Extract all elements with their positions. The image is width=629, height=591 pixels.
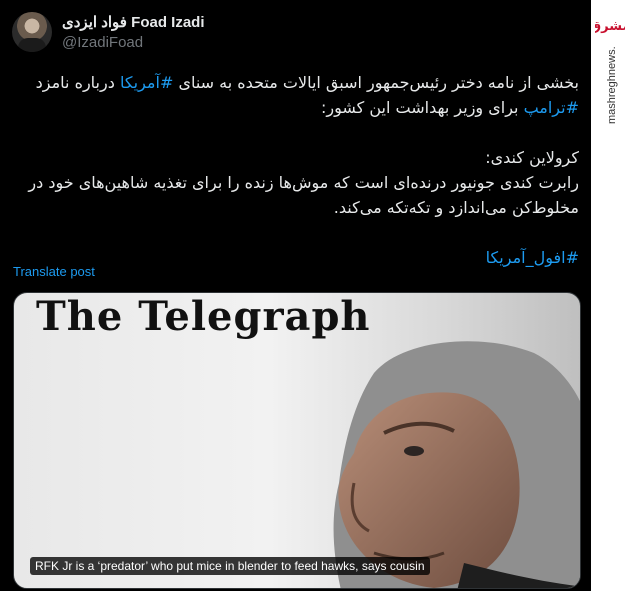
watermark-sidebar: مشرق mashreghnews.ir bbox=[591, 0, 629, 591]
author-handle[interactable]: @IzadiFoad bbox=[62, 34, 143, 51]
author-name-en: Foad Izadi bbox=[131, 14, 205, 31]
tweet-paragraph-2-title: کرولاین کندی: bbox=[485, 148, 579, 167]
author-name-fa: فواد ایزدی bbox=[62, 14, 127, 31]
tweet-paragraph-1: بخشی از نامه دختر رئیس‌جمهور اسبق ایالات… bbox=[14, 70, 579, 120]
portrait-image bbox=[333, 341, 580, 588]
tweet: فواد ایزدی Foad Izadi @IzadiFoad بخشی از… bbox=[0, 0, 591, 591]
watermark-site-label: mashreghnews.ir bbox=[606, 46, 618, 124]
tweet-text-span: برای وزیر بهداشت این کشور: bbox=[321, 98, 524, 117]
svg-text:مشرق: مشرق bbox=[595, 19, 625, 34]
hashtag-trump[interactable]: #ترامپ bbox=[524, 98, 579, 117]
hashtag-decline[interactable]: #افول_آمریکا bbox=[486, 248, 579, 267]
tweet-text-span: بخشی از نامه دختر رئیس‌جمهور اسبق ایالات… bbox=[173, 73, 579, 92]
tweet-paragraph-2-body: رابرت کندی جونیور درنده‌ای است که موش‌ها… bbox=[28, 173, 579, 217]
avatar[interactable] bbox=[12, 12, 52, 52]
translate-post-link[interactable]: Translate post bbox=[13, 264, 95, 279]
hashtag-america[interactable]: #آمریکا bbox=[120, 73, 173, 92]
tweet-text-span: درباره نامزد bbox=[35, 73, 120, 92]
author-name[interactable]: فواد ایزدی Foad Izadi bbox=[62, 13, 205, 31]
media-card[interactable]: The Telegraph RFK Jr is a ‘predator’ who… bbox=[13, 292, 581, 589]
mashregh-logo-icon: مشرق bbox=[595, 19, 625, 34]
watermark-site-text: mashreghnews.ir bbox=[606, 46, 618, 124]
tweet-text: بخشی از نامه دختر رئیس‌جمهور اسبق ایالات… bbox=[14, 70, 579, 270]
media-caption: RFK Jr is a ‘predator’ who put mice in b… bbox=[30, 557, 430, 575]
